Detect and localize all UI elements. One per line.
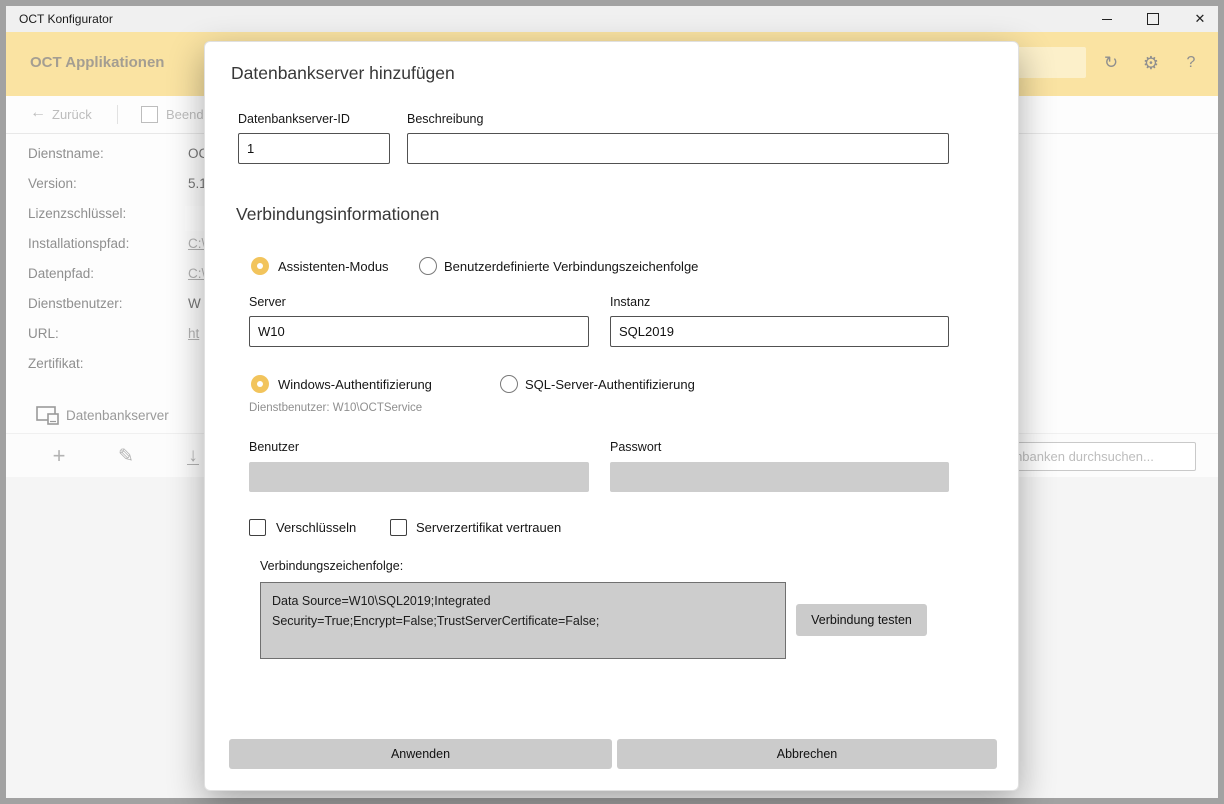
back-arrow-icon[interactable]: ← bbox=[30, 104, 46, 122]
tab-label: Datenbankserver bbox=[66, 408, 169, 423]
info-label: Installationspfad: bbox=[28, 236, 129, 251]
back-button[interactable]: Zurück bbox=[52, 107, 92, 122]
info-label: URL: bbox=[28, 326, 59, 341]
add-databaseserver-dialog: Datenbankserver hinzufügen Datenbankserv… bbox=[204, 41, 1019, 791]
close-button[interactable]: ✕ bbox=[1183, 6, 1217, 32]
instanz-input[interactable] bbox=[610, 316, 949, 347]
custom-connstring-label[interactable]: Benutzerdefinierte Verbindungszeichenfol… bbox=[444, 259, 698, 274]
sql-auth-label[interactable]: SQL-Server-Authentifizierung bbox=[525, 377, 695, 392]
gear-icon[interactable]: ⚙ bbox=[1138, 50, 1164, 76]
add-button[interactable]: + bbox=[44, 442, 74, 470]
test-connection-button[interactable]: Verbindung testen bbox=[796, 604, 927, 636]
server-input[interactable] bbox=[249, 316, 589, 347]
beschreibung-label: Beschreibung bbox=[407, 112, 483, 126]
benutzer-label: Benutzer bbox=[249, 440, 299, 454]
window-title: OCT Konfigurator bbox=[19, 12, 113, 26]
info-label: Zertifikat: bbox=[28, 356, 84, 371]
passwort-label: Passwort bbox=[610, 440, 661, 454]
id-label: Datenbankserver-ID bbox=[238, 112, 350, 126]
trust-cert-label[interactable]: Serverzertifikat vertrauen bbox=[416, 520, 561, 535]
license-key-field[interactable] bbox=[185, 206, 205, 231]
dialog-title: Datenbankserver hinzufügen bbox=[231, 63, 455, 84]
encrypt-label[interactable]: Verschlüsseln bbox=[276, 520, 356, 535]
connstring-label: Verbindungszeichenfolge: bbox=[260, 559, 403, 573]
minimize-button[interactable] bbox=[1090, 6, 1124, 32]
edit-button[interactable]: ✎ bbox=[111, 442, 141, 470]
info-label: Dienstname: bbox=[28, 146, 104, 161]
wizard-mode-label[interactable]: Assistenten-Modus bbox=[278, 259, 389, 274]
close-icon: ✕ bbox=[1195, 11, 1206, 27]
info-label: Datenpfad: bbox=[28, 266, 94, 281]
connstring-value: Data Source=W10\SQL2019;Integrated Secur… bbox=[260, 582, 786, 659]
beschreibung-input[interactable] bbox=[407, 133, 949, 164]
import-icon: ↓ bbox=[188, 445, 198, 466]
instanz-label: Instanz bbox=[610, 295, 650, 309]
info-label: Dienstbenutzer: bbox=[28, 296, 123, 311]
service-user-note: Dienstbenutzer: W10\OCTService bbox=[249, 402, 422, 414]
divider bbox=[117, 105, 118, 124]
passwort-input-disabled bbox=[610, 462, 949, 492]
data-path-link[interactable]: C:\ bbox=[188, 266, 205, 281]
maximize-button[interactable] bbox=[1136, 6, 1170, 32]
info-label: Lizenzschlüssel: bbox=[28, 206, 126, 221]
id-input[interactable] bbox=[238, 133, 390, 164]
stop-service-label: Beend bbox=[166, 107, 204, 122]
page-title: OCT Applikationen bbox=[30, 54, 164, 71]
database-search-input[interactable] bbox=[988, 442, 1196, 471]
server-label: Server bbox=[249, 295, 286, 309]
add-icon: + bbox=[53, 443, 66, 469]
refresh-icon[interactable]: ↻ bbox=[1098, 50, 1124, 76]
sql-auth-radio[interactable] bbox=[500, 375, 518, 393]
wizard-mode-radio[interactable] bbox=[251, 257, 269, 275]
edit-icon: ✎ bbox=[118, 445, 134, 468]
help-icon[interactable]: ? bbox=[1178, 50, 1204, 76]
info-value: W bbox=[188, 296, 201, 311]
minimize-icon bbox=[1102, 19, 1112, 20]
section-title: Verbindungsinformationen bbox=[236, 204, 439, 225]
windows-auth-label[interactable]: Windows-Authentifizierung bbox=[278, 377, 432, 392]
maximize-icon bbox=[1147, 13, 1159, 25]
url-link[interactable]: ht bbox=[188, 326, 199, 341]
encrypt-checkbox[interactable] bbox=[249, 519, 266, 536]
custom-connstring-radio[interactable] bbox=[419, 257, 437, 275]
trust-cert-checkbox[interactable] bbox=[390, 519, 407, 536]
titlebar: OCT Konfigurator ✕ bbox=[6, 6, 1218, 32]
monitor-icon bbox=[36, 406, 60, 431]
info-label: Version: bbox=[28, 176, 77, 191]
cancel-button[interactable]: Abbrechen bbox=[617, 739, 997, 769]
app-window: OCT Konfigurator ✕ OCT Applikationen ↻ ⚙… bbox=[0, 0, 1224, 804]
stop-service-checkbox[interactable] bbox=[141, 106, 158, 123]
windows-auth-radio[interactable] bbox=[251, 375, 269, 393]
install-path-link[interactable]: C:\ bbox=[188, 236, 205, 251]
benutzer-input-disabled bbox=[249, 462, 589, 492]
apply-button[interactable]: Anwenden bbox=[229, 739, 612, 769]
